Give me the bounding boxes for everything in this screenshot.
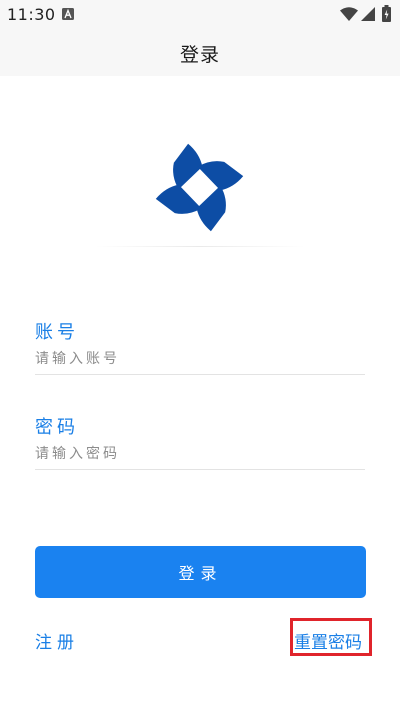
title-bar: 登录 — [0, 30, 400, 76]
account-label: 账号 — [35, 322, 79, 343]
page-title: 登录 — [179, 44, 220, 66]
logo-divider — [95, 246, 305, 247]
password-input[interactable] — [35, 439, 365, 470]
status-time: 11:30 — [7, 5, 56, 24]
brand-logo-icon — [155, 143, 244, 232]
status-bar: 11:30 — [0, 0, 400, 30]
password-label: 密码 — [35, 417, 79, 438]
wifi-icon — [340, 7, 358, 21]
register-link[interactable]: 注册 — [35, 628, 79, 653]
signal-icon — [361, 7, 375, 21]
battery-icon — [382, 5, 391, 22]
a-icon — [62, 8, 74, 20]
reset-password-label: 重置密码 — [294, 633, 362, 653]
account-input[interactable] — [35, 344, 365, 375]
reset-password-link[interactable]: 重置密码 — [290, 618, 372, 656]
login-button[interactable]: 登录 — [35, 546, 366, 598]
